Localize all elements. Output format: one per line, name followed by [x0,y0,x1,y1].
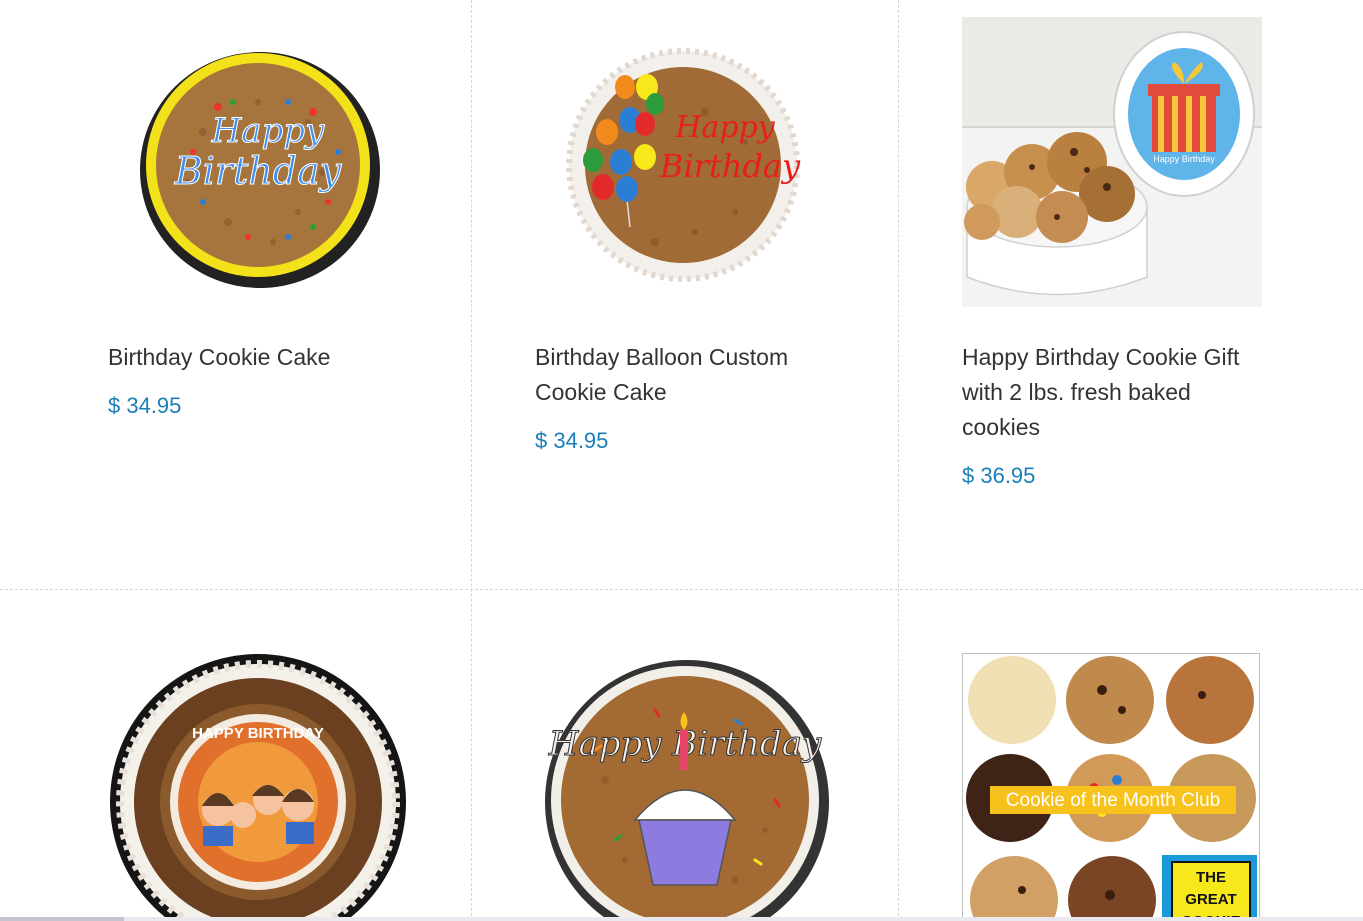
scrollbar-thumb[interactable] [0,917,124,921]
grid-divider [471,0,472,921]
svg-text:GREAT: GREAT [1185,891,1236,908]
product-price: $ 34.95 [535,428,609,453]
cookie-of-the-month-club-image: Cookie of the Month Club THE GREAT COOKI… [962,653,1260,921]
product-image-link[interactable]: Happy Birthday [962,12,1262,312]
photo-cake-text: HAPPY BIRTHDAY [192,725,324,742]
cake-text-line-1: Happy [211,111,325,151]
photo-birthday-cookie-cake-image: HAPPY BIRTHDAY [110,654,406,921]
product-title[interactable]: Happy Birthday Cookie Gift with 2 lbs. f… [962,340,1252,445]
cake-text-line-2: Birthday [174,149,342,193]
tin-lid: Happy Birthday [1113,31,1255,197]
grid-divider [0,589,1363,590]
product-grid: Happy Birthday Birthday Cookie Cake $ 34… [0,0,1363,921]
product-title[interactable]: Birthday Cookie Cake [108,340,398,375]
product-title[interactable]: Birthday Balloon Custom Cookie Cake [535,340,825,410]
club-banner-text: Cookie of the Month Club [1006,790,1220,811]
cake-text-line-1: Happy [674,110,775,145]
product-card: Happy Birthday [535,650,835,921]
product-image-link[interactable]: Happy Birthday [535,650,835,921]
product-card: Happy Birthday Birthday Balloon Custom C… [535,12,835,454]
birthday-cookie-cake-image: Happy Birthday [140,52,380,288]
cupcake-cookie-cake-image: Happy Birthday [545,660,829,921]
product-card: HAPPY BIRTHDAY [108,650,408,921]
product-image-link[interactable]: Happy Birthday [108,12,408,312]
product-price: $ 36.95 [962,463,1036,488]
product-card: Cookie of the Month Club THE GREAT COOKI… [962,650,1262,921]
svg-text:THE: THE [1196,869,1226,886]
product-card: Happy Birthday Birthday Cookie Cake $ 34… [108,12,408,419]
product-image-link[interactable]: Cookie of the Month Club THE GREAT COOKI… [962,650,1262,921]
product-image-link[interactable]: HAPPY BIRTHDAY [108,650,408,921]
birthday-balloon-cookie-cake-image: Happy Birthday [566,48,801,282]
grid-divider [898,0,899,921]
horizontal-scrollbar[interactable] [0,917,1363,921]
cake-text-line-2: Birthday [659,147,801,185]
product-price: $ 34.95 [108,393,182,418]
product-card: Happy Birthday Happy Birthday Cookie Gif… [962,12,1262,489]
product-image-link[interactable]: Happy Birthday [535,12,835,312]
birthday-cookie-gift-tin-image: Happy Birthday [962,17,1262,307]
tin-label-text: Happy Birthday [1153,154,1215,164]
great-cookie-logo: THE GREAT COOKIE [1162,855,1257,921]
